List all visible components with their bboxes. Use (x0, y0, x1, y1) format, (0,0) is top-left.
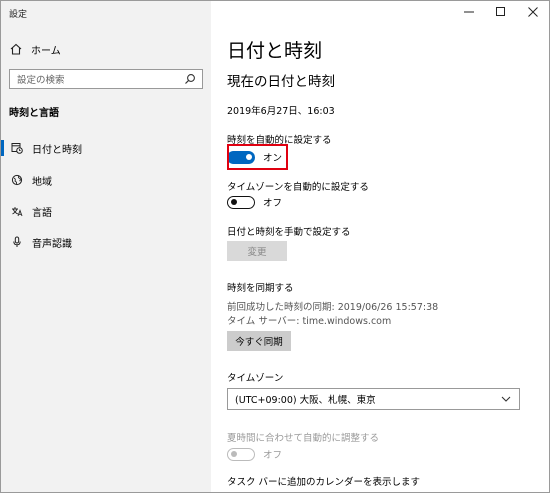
timezone-dropdown[interactable]: (UTC+09:00) 大阪、札幌、東京 (227, 388, 520, 410)
search-placeholder: 設定の検索 (17, 75, 65, 86)
taskbar-calendar-label: タスク バーに追加のカレンダーを表示します (227, 477, 421, 488)
auto-timezone-state: オフ (263, 198, 283, 209)
home-label: ホーム (31, 45, 61, 57)
sidebar-item-label: 言語 (32, 207, 52, 219)
dst-toggle-row: オフ (227, 446, 282, 462)
timezone-label: タイムゾーン (227, 373, 284, 384)
search-icon (185, 74, 195, 84)
sidebar-item-date-time[interactable]: 日付と時刻 (1, 137, 211, 159)
sync-label: 時刻を同期する (227, 283, 294, 294)
chevron-down-icon (501, 396, 511, 402)
dst-state: オフ (263, 450, 283, 461)
time-server-info: タイム サーバー: time.windows.com (227, 316, 392, 327)
sidebar-item-label: 音声認識 (32, 238, 72, 250)
sync-now-button[interactable]: 今すぐ同期 (227, 331, 291, 351)
timezone-value: (UTC+09:00) 大阪、札幌、東京 (235, 395, 376, 406)
auto-timezone-label: タイムゾーンを自動的に設定する (227, 182, 369, 193)
sidebar-item-speech[interactable]: 音声認識 (1, 231, 211, 253)
current-datetime-value: 2019年6月27日、16:03 (227, 106, 335, 117)
sidebar: 設定 ホーム 設定の検索 時刻と言語 日付と時刻 地域 言語 音声認識 (1, 1, 211, 492)
search-input[interactable]: 設定の検索 (9, 69, 203, 89)
sidebar-item-region[interactable]: 地域 (1, 169, 211, 191)
main-content: 日付と時刻 現在の日付と時刻 2019年6月27日、16:03 時刻を自動的に設… (211, 1, 549, 492)
microphone-icon (13, 236, 21, 247)
current-datetime-heading: 現在の日付と時刻 (227, 74, 335, 90)
page-title: 日付と時刻 (227, 40, 323, 62)
change-button[interactable]: 変更 (227, 241, 287, 261)
section-title: 時刻と言語 (9, 108, 59, 119)
dst-label: 夏時間に合わせて自動的に調整する (227, 433, 380, 444)
app-title: 設定 (9, 10, 28, 20)
sidebar-item-language[interactable]: 言語 (1, 200, 211, 222)
sidebar-item-label: 地域 (32, 176, 52, 188)
dst-toggle[interactable] (227, 447, 255, 461)
auto-timezone-toggle[interactable] (227, 195, 255, 209)
auto-timezone-toggle-row: オフ (227, 194, 282, 210)
highlight-box (227, 144, 288, 170)
language-icon (12, 207, 23, 217)
last-sync-info: 前回成功した時刻の同期: 2019/06/26 15:57:38 (227, 302, 439, 313)
home-icon (10, 43, 22, 55)
manual-set-label: 日付と時刻を手動で設定する (227, 227, 351, 238)
calendar-clock-icon (11, 143, 23, 154)
home-nav-item[interactable]: ホーム (9, 41, 61, 57)
settings-window: 設定 ホーム 設定の検索 時刻と言語 日付と時刻 地域 言語 音声認識 日付と時… (0, 0, 550, 493)
sidebar-item-label: 日付と時刻 (32, 144, 82, 156)
globe-icon (11, 174, 23, 186)
